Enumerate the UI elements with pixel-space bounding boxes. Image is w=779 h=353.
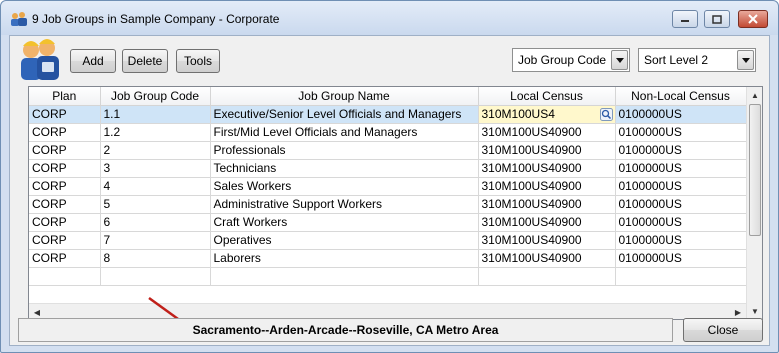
cell-job-group-code[interactable]: 1.1 xyxy=(100,105,211,124)
cell-plan[interactable]: CORP xyxy=(29,249,101,268)
delete-button[interactable]: Delete xyxy=(122,49,168,73)
cell-plan[interactable]: CORP xyxy=(29,213,101,232)
cell-job-group-name[interactable]: Laborers xyxy=(210,249,479,268)
window-title: 9 Job Groups in Sample Company - Corpora… xyxy=(32,12,280,26)
client-area: Add Delete Tools Job Group Code Sort Lev… xyxy=(9,35,770,346)
cell-job-group-code[interactable]: 5 xyxy=(100,195,211,214)
empty-row[interactable] xyxy=(29,267,747,286)
cell-non-local-census[interactable]: 0100000US xyxy=(615,213,747,232)
cell-non-local-census[interactable]: 0100000US xyxy=(615,141,747,160)
chevron-down-icon[interactable] xyxy=(611,50,628,70)
job-groups-table: Plan Job Group Code Job Group Name Local… xyxy=(29,87,747,286)
cell-job-group-name[interactable]: Administrative Support Workers xyxy=(210,195,479,214)
cell-job-group-code[interactable]: 7 xyxy=(100,231,211,250)
cell-job-group-name[interactable]: Sales Workers xyxy=(210,177,479,196)
cell-plan[interactable]: CORP xyxy=(29,231,101,250)
column-header-job-group-name[interactable]: Job Group Name xyxy=(210,87,479,106)
cell-non-local-census[interactable]: 0100000US xyxy=(615,105,747,124)
table-row[interactable]: CORP 8 Laborers 310M100US40900 0100000US xyxy=(29,249,747,268)
cell-non-local-census[interactable]: 0100000US xyxy=(615,123,747,142)
column-header-job-group-code[interactable]: Job Group Code xyxy=(100,87,211,106)
table-row[interactable]: CORP 1.2 First/Mid Level Officials and M… xyxy=(29,123,747,142)
table-row[interactable]: CORP 3 Technicians 310M100US40900 010000… xyxy=(29,159,747,178)
maximize-button[interactable] xyxy=(704,10,730,28)
column-header-non-local-census[interactable]: Non-Local Census xyxy=(615,87,747,106)
cell-plan[interactable]: CORP xyxy=(29,159,101,178)
add-button[interactable]: Add xyxy=(70,49,116,73)
horizontal-scrollbar[interactable]: ◀ ▶ xyxy=(29,303,746,319)
cell-non-local-census[interactable]: 0100000US xyxy=(615,177,747,196)
cell-local-census[interactable]: 310M100US40900 xyxy=(478,249,616,268)
scroll-down-icon[interactable]: ▼ xyxy=(747,303,762,319)
table-row[interactable]: CORP 7 Operatives 310M100US40900 0100000… xyxy=(29,231,747,250)
cell-job-group-code[interactable]: 8 xyxy=(100,249,211,268)
tools-button[interactable]: Tools xyxy=(176,49,220,73)
job-groups-grid[interactable]: Plan Job Group Code Job Group Name Local… xyxy=(28,86,763,320)
column-header-plan[interactable]: Plan xyxy=(29,87,101,106)
cell-plan[interactable]: CORP xyxy=(29,195,101,214)
table-row[interactable]: CORP 2 Professionals 310M100US40900 0100… xyxy=(29,141,747,160)
table-row[interactable]: CORP 4 Sales Workers 310M100US40900 0100… xyxy=(29,177,747,196)
cell-job-group-code[interactable]: 3 xyxy=(100,159,211,178)
cell-job-group-code[interactable]: 6 xyxy=(100,213,211,232)
cell-job-group-name[interactable]: First/Mid Level Officials and Managers xyxy=(210,123,479,142)
cell-non-local-census[interactable]: 0100000US xyxy=(615,231,747,250)
vertical-scrollbar[interactable]: ▲ ▼ xyxy=(746,87,762,319)
cell-non-local-census[interactable]: 0100000US xyxy=(615,249,747,268)
close-icon xyxy=(748,14,758,24)
cell-local-census[interactable]: 310M100US40900 xyxy=(478,177,616,196)
people-icon xyxy=(11,12,27,26)
cell-job-group-name[interactable]: Executive/Senior Level Officials and Man… xyxy=(210,105,479,124)
cell-job-group-name[interactable]: Professionals xyxy=(210,141,479,160)
cell-non-local-census[interactable]: 0100000US xyxy=(615,159,747,178)
header-row: Plan Job Group Code Job Group Name Local… xyxy=(29,87,747,106)
scroll-up-icon[interactable]: ▲ xyxy=(747,87,762,103)
table-row[interactable]: CORP 6 Craft Workers 310M100US40900 0100… xyxy=(29,213,747,232)
cell-local-census-value: 310M100US4 xyxy=(481,107,555,121)
status-bar: Sacramento--Arden-Arcade--Roseville, CA … xyxy=(18,318,673,342)
cell-local-census[interactable]: 310M100US40900 xyxy=(478,231,616,250)
cell-plan[interactable]: CORP xyxy=(29,105,101,124)
cell-job-group-name[interactable]: Craft Workers xyxy=(210,213,479,232)
cell-plan[interactable]: CORP xyxy=(29,141,101,160)
cell-job-group-code[interactable]: 4 xyxy=(100,177,211,196)
lookup-icon[interactable] xyxy=(599,107,613,121)
close-button[interactable]: Close xyxy=(683,318,763,342)
cell-job-group-name[interactable]: Operatives xyxy=(210,231,479,250)
cell-plan[interactable]: CORP xyxy=(29,123,101,142)
cell-local-census[interactable]: 310M100US40900 xyxy=(478,213,616,232)
app-window: 9 Job Groups in Sample Company - Corpora… xyxy=(0,0,779,353)
cell-local-census[interactable]: 310M100US40900 xyxy=(478,159,616,178)
field-select[interactable]: Job Group Code xyxy=(512,48,630,72)
table-row[interactable]: CORP 1.1 Executive/Senior Level Official… xyxy=(29,105,747,124)
vertical-scroll-thumb[interactable] xyxy=(749,104,761,236)
cell-non-local-census[interactable]: 0100000US xyxy=(615,195,747,214)
cell-local-census[interactable]: 310M100US40900 xyxy=(478,195,616,214)
title-bar: 9 Job Groups in Sample Company - Corpora… xyxy=(1,1,778,35)
chevron-down-icon[interactable] xyxy=(737,50,754,70)
minimize-icon xyxy=(681,20,689,22)
sort-level-select[interactable]: Sort Level 2 xyxy=(638,48,756,72)
close-window-button[interactable] xyxy=(738,10,768,28)
cell-job-group-code[interactable]: 1.2 xyxy=(100,123,211,142)
maximize-icon xyxy=(712,14,722,24)
cell-plan[interactable]: CORP xyxy=(29,177,101,196)
table-row[interactable]: CORP 5 Administrative Support Workers 31… xyxy=(29,195,747,214)
cell-local-census-editor[interactable]: 310M100US4 xyxy=(478,105,616,124)
sort-level-value: Sort Level 2 xyxy=(644,53,709,67)
cell-job-group-name[interactable]: Technicians xyxy=(210,159,479,178)
minimize-button[interactable] xyxy=(672,10,698,28)
cell-local-census[interactable]: 310M100US40900 xyxy=(478,141,616,160)
field-select-value: Job Group Code xyxy=(518,53,607,67)
cell-job-group-code[interactable]: 2 xyxy=(100,141,211,160)
people-icon xyxy=(21,39,59,80)
cell-local-census[interactable]: 310M100US40900 xyxy=(478,123,616,142)
column-header-local-census[interactable]: Local Census xyxy=(478,87,616,106)
